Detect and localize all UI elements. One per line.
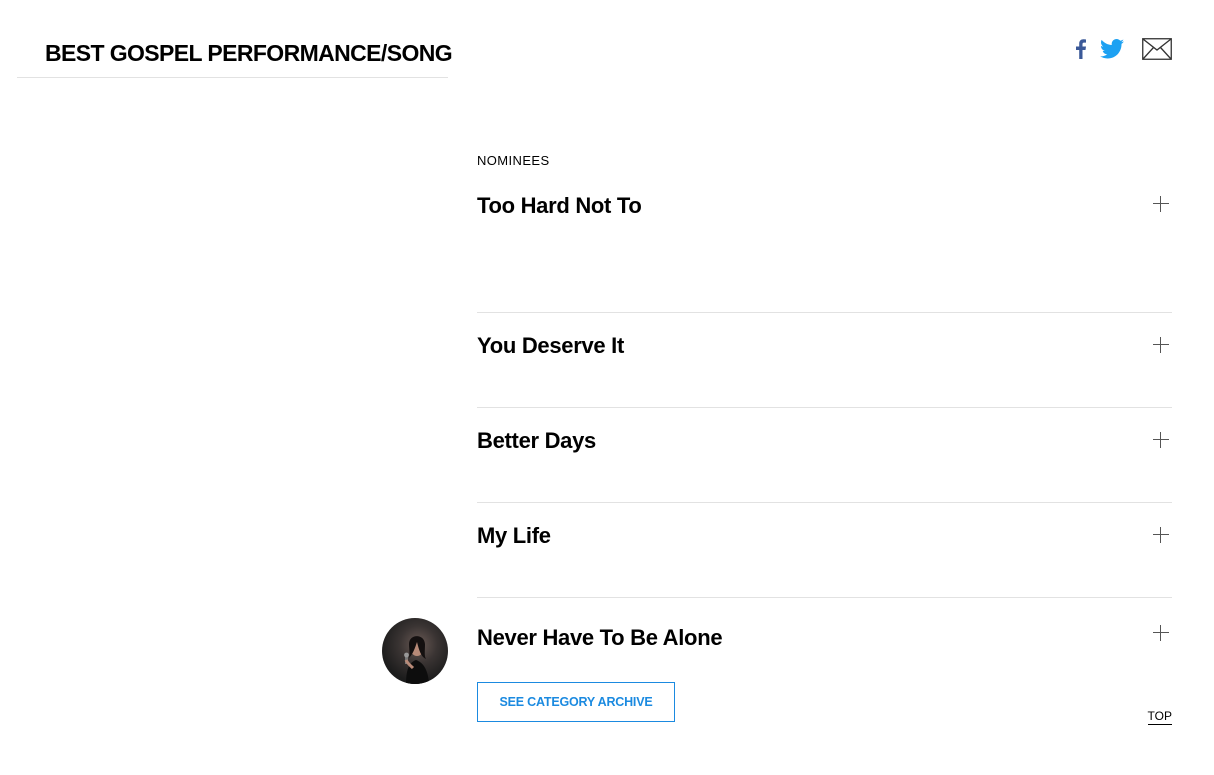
nominee-title: Too Hard Not To: [477, 193, 642, 218]
share-bar: [1076, 38, 1172, 65]
see-category-archive-button[interactable]: SEE CATEGORY ARCHIVE: [477, 682, 675, 722]
nominee-item[interactable]: You Deserve It: [477, 313, 1172, 408]
winner-avatar: [382, 618, 448, 684]
category-header: BEST GOSPEL PERFORMANCE/SONG: [17, 38, 453, 78]
nominee-title: You Deserve It: [477, 333, 625, 358]
twitter-share-button[interactable]: [1100, 39, 1124, 64]
category-title: BEST GOSPEL PERFORMANCE/SONG: [45, 40, 453, 66]
email-share-button[interactable]: [1142, 38, 1172, 65]
plus-icon[interactable]: [1153, 527, 1169, 543]
nominee-title: My Life: [477, 523, 551, 548]
nominee-item[interactable]: Better Days: [477, 408, 1172, 503]
nominees-list: NOMINEES Too Hard Not To You Deserve It …: [382, 153, 1172, 708]
performer-silhouette: [404, 636, 429, 684]
nominee-item[interactable]: My Life: [477, 503, 1172, 598]
nominee-item[interactable]: Too Hard Not To: [477, 193, 1172, 313]
plus-icon[interactable]: [1153, 196, 1169, 212]
back-to-top-link[interactable]: TOP: [1147, 709, 1172, 725]
nominee-title: Better Days: [477, 428, 596, 453]
facebook-share-button[interactable]: [1076, 39, 1086, 64]
plus-icon[interactable]: [1153, 625, 1169, 641]
facebook-icon: [1076, 39, 1086, 59]
twitter-icon: [1100, 39, 1124, 59]
plus-icon[interactable]: [1153, 432, 1169, 448]
nominees-label: NOMINEES: [477, 153, 550, 168]
nominee-title: Never Have To Be Alone: [477, 625, 723, 650]
email-icon: [1142, 38, 1172, 60]
plus-icon[interactable]: [1153, 337, 1169, 353]
